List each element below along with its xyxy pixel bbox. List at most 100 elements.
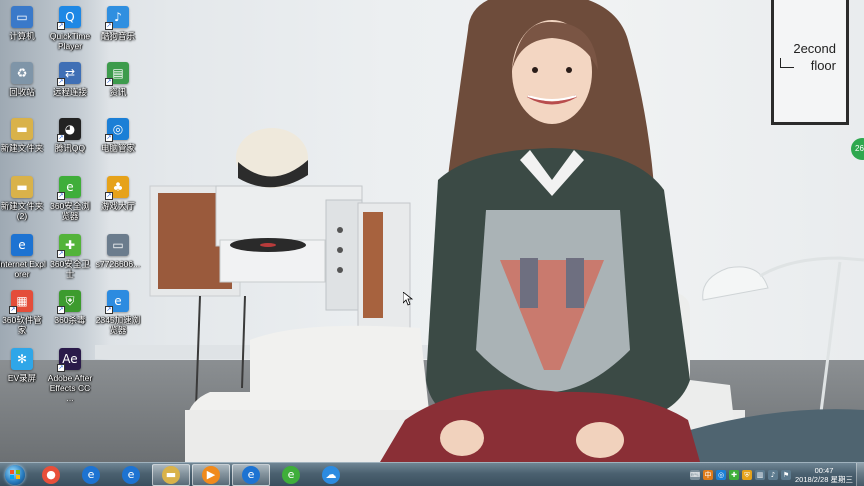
taskbar-button-ie3[interactable]: e	[232, 463, 270, 486]
desktop-icon-label: 电脑管家	[100, 143, 135, 153]
360-browser-icon: e	[282, 465, 300, 484]
logo-stair-mark	[780, 58, 794, 68]
network-icon[interactable]: ▥	[755, 470, 765, 480]
desktop-icon-quicktime[interactable]: Q ↗ QuickTime Player	[46, 6, 94, 51]
news-icon: ▤ ↗	[105, 62, 129, 86]
desktop-icon-label: 360杀毒	[54, 315, 86, 325]
folder-icon: ▬	[11, 118, 33, 140]
desktop-icon-qq[interactable]: ◕ ↗ 腾讯QQ	[46, 118, 94, 153]
360-software-icon: ▦ ↗	[9, 290, 33, 314]
pc-manager-tray-icon[interactable]: ◎	[716, 470, 726, 480]
shortcut-arrow-icon: ↗	[57, 364, 65, 372]
desktop-icon-browser360[interactable]: e ↗ 360安全浏览器	[46, 176, 94, 221]
desktop-icon-label: 回收站	[9, 87, 35, 97]
taskbar-button-browser360[interactable]: e	[272, 464, 310, 486]
shortcut-arrow-icon: ↗	[105, 134, 113, 142]
desktop-icon-label: 360安全浏览器	[50, 201, 90, 221]
360-antivirus-icon: ⛨ ↗	[57, 290, 81, 314]
media-player-icon: ▶	[202, 465, 220, 484]
taskbar: ● e e ▬ ▶ e e ☁ ⌨ 中 ◎ ✚ ⛨ ▥ ♪ ⚑ 00:47 2018/2/28 星期三	[0, 462, 864, 486]
desktop-icon-label: 新建文件夹 (2)	[0, 201, 44, 221]
shortcut-arrow-icon: ↗	[57, 78, 65, 86]
desktop-icon-ae[interactable]: Ae ↗ Adobe After Effects CC ...	[46, 348, 94, 403]
desktop-icon-label: 腾讯QQ	[54, 143, 86, 153]
360-browser-icon: e ↗	[57, 176, 81, 200]
keyboard-icon[interactable]: ⌨	[690, 470, 700, 480]
desktop-icon-label: 360软件管家	[2, 315, 42, 335]
desktop-icon-computer[interactable]: ▭ 计算机	[0, 6, 46, 41]
desktop-icon-label: 计算机	[9, 31, 35, 41]
desktop-icon-recycle[interactable]: ♻ 回收站	[0, 62, 46, 97]
shortcut-arrow-icon: ↗	[57, 306, 65, 314]
desktop-icon-label: 游戏大厅	[100, 201, 135, 211]
computer-icon: ▭	[11, 6, 33, 28]
desktop-icon-label: 酷狗音乐	[100, 31, 135, 41]
desktop-icon-label: Internet Explorer	[0, 259, 46, 279]
clock-time: 00:47	[814, 466, 834, 475]
clock-date: 2018/2/28 星期三	[795, 475, 853, 484]
desktop-icon-av360[interactable]: ⛨ ↗ 360杀毒	[46, 290, 94, 325]
mouse-cursor	[403, 292, 413, 306]
desktop-icon-news[interactable]: ▤ ↗ 资讯	[94, 62, 142, 97]
desktop-icon-label: 远程连接	[52, 87, 87, 97]
file-icon: ▭	[107, 234, 129, 256]
desktop-icon-pcmgr[interactable]: ◎ ↗ 电脑管家	[94, 118, 142, 153]
baidu-cloud-icon: ☁	[322, 465, 340, 484]
wallpaper-brand-logo: 2econd floor	[771, 0, 849, 125]
desktop-icon-label: 2345加速浏览器	[95, 315, 141, 335]
start-orb-icon	[5, 464, 25, 485]
taskbar-button-explorer[interactable]: ▬	[152, 463, 190, 486]
start-button[interactable]	[0, 463, 30, 486]
taskbar-pinned-apps: ● e e ▬ ▶ e e ☁	[30, 463, 350, 486]
shortcut-arrow-icon: ↗	[105, 192, 113, 200]
logo-line-1: 2econd	[793, 41, 836, 56]
qq-icon: ◕ ↗	[57, 118, 81, 142]
remote-desktop-icon: ⇄ ↗	[57, 62, 81, 86]
shortcut-arrow-icon: ↗	[105, 78, 113, 86]
volume-icon[interactable]: ♪	[768, 470, 778, 480]
internet-explorer-icon: e	[242, 465, 260, 484]
security-tray-icon[interactable]: ⛨	[742, 470, 752, 480]
taskbar-button-cloud[interactable]: ☁	[312, 464, 350, 486]
input-method-icon[interactable]: 中	[703, 470, 713, 480]
internet-explorer-icon: e	[82, 465, 100, 484]
desktop-icon-remote[interactable]: ⇄ ↗ 远程连接	[46, 62, 94, 97]
taskbar-button-ie2[interactable]: e	[112, 464, 150, 486]
desktop-icon-browser2345[interactable]: e ↗ 2345加速浏览器	[94, 290, 142, 335]
desktop-icon-ie[interactable]: e Internet Explorer	[0, 234, 46, 279]
desktop-icon-games[interactable]: ♣ ↗ 游戏大厅	[94, 176, 142, 211]
desktop-icon-newfolder[interactable]: ▬ 新建文件夹	[0, 118, 46, 153]
recycle-bin-icon: ♻	[11, 62, 33, 84]
desktop-icon-music[interactable]: ♪ ↗ 酷狗音乐	[94, 6, 142, 41]
desktop-icon-label: 资讯	[109, 87, 127, 97]
desktop-icon-soft360[interactable]: ▦ ↗ 360软件管家	[0, 290, 46, 335]
2345-browser-icon: e ↗	[105, 290, 129, 314]
desktop-icon-file[interactable]: ▭ s7726606...	[94, 234, 142, 269]
music-app-icon: ♪ ↗	[105, 6, 129, 30]
tray-icons: ⌨ 中 ◎ ✚ ⛨ ▥ ♪ ⚑	[690, 470, 794, 480]
shortcut-arrow-icon: ↗	[57, 192, 65, 200]
shortcut-arrow-icon: ↗	[57, 250, 65, 258]
desktop-icon-guard360[interactable]: ✚ ↗ 360安全卫士	[46, 234, 94, 279]
taskbar-button-apps[interactable]: ●	[32, 464, 70, 486]
360-tray-icon[interactable]: ✚	[729, 470, 739, 480]
desktop-icon-ev[interactable]: ✻ EV录屏	[0, 348, 46, 383]
ev-recorder-icon: ✻	[11, 348, 33, 370]
quicktime-icon: Q ↗	[57, 6, 81, 30]
games-icon: ♣ ↗	[105, 176, 129, 200]
colorful-apps-icon: ●	[42, 465, 60, 484]
shortcut-arrow-icon: ↗	[105, 22, 113, 30]
file-explorer-icon: ▬	[162, 465, 180, 484]
show-desktop-button[interactable]	[856, 463, 864, 486]
taskbar-clock[interactable]: 00:47 2018/2/28 星期三	[794, 466, 854, 484]
taskbar-button-ie1[interactable]: e	[72, 464, 110, 486]
desktop-icon-label: 360安全卫士	[50, 259, 90, 279]
desktop-icon-label: Adobe After Effects CC ...	[47, 373, 93, 403]
taskbar-button-media[interactable]: ▶	[192, 463, 230, 486]
action-center-icon[interactable]: ⚑	[781, 470, 791, 480]
desktop-icon-newfolder2[interactable]: ▬ 新建文件夹 (2)	[0, 176, 46, 221]
shortcut-arrow-icon: ↗	[57, 134, 65, 142]
desktop-icon-label: QuickTime Player	[49, 31, 91, 51]
shortcut-arrow-icon: ↗	[57, 22, 65, 30]
360-guard-icon: ✚ ↗	[57, 234, 81, 258]
